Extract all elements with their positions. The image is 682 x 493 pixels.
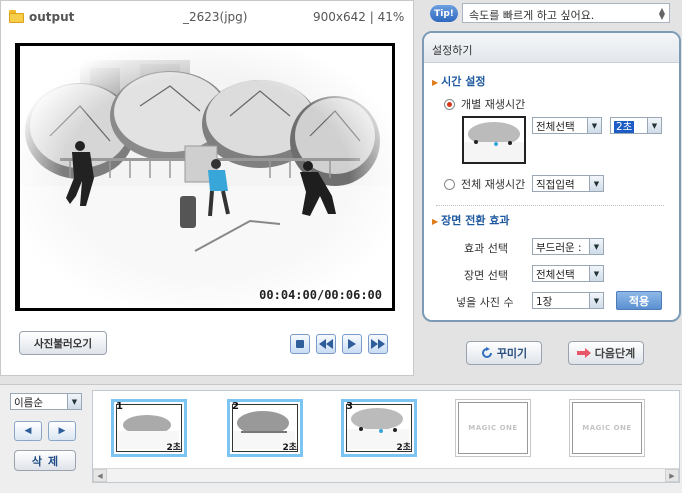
photo-count-label: 넣을 사진 수: [456, 296, 514, 309]
playback-time: 00:04:00/00:06:00: [259, 288, 382, 302]
snow-photo-illustration: [20, 46, 392, 308]
folder-name: output: [29, 10, 75, 24]
thumbnail-strip: 1 2초 2 2초 3 2초 MAGIC ONE MAGIC ONE ◀ ▶: [92, 390, 680, 483]
dropdown-arrow-icon: ▼: [589, 176, 603, 191]
settings-panel: 설정하기 ▶ 시간 설정 개별 재생시간 전체선택 ▼ 2초 ▼ 전체 재생시간 …: [422, 31, 681, 322]
total-time-option[interactable]: 전체 재생시간: [444, 176, 525, 192]
dropdown-arrow-icon: ▼: [647, 118, 661, 133]
preview-panel: output _2623(jpg) 900x642 | 41% 00:04:00…: [0, 0, 414, 376]
decorate-button[interactable]: 꾸미기: [466, 341, 542, 365]
triangle-bullet-icon: ▶: [432, 78, 439, 87]
triangle-bullet-icon: ▶: [432, 217, 439, 226]
slide-number: 2: [232, 401, 239, 412]
arrow-left-icon: ◀: [24, 426, 32, 436]
magic-one-placeholder: MAGIC ONE: [582, 424, 632, 432]
next-step-button[interactable]: 다음단계: [568, 341, 644, 365]
empty-slot: MAGIC ONE: [569, 399, 645, 457]
individual-time-radio[interactable]: [444, 98, 455, 110]
magic-one-placeholder: MAGIC ONE: [468, 424, 518, 432]
dropdown-arrow-icon: ▼: [587, 118, 601, 133]
snow-thumbnail-image: [464, 122, 524, 162]
rewind-button[interactable]: [316, 334, 336, 354]
sort-order-select[interactable]: 이름순 ▼: [10, 393, 82, 410]
play-button[interactable]: [342, 334, 362, 354]
current-slide-thumbnail: [462, 116, 526, 164]
thumbnail-slide[interactable]: 1 2초: [111, 399, 187, 457]
time-settings-heading: ▶ 시간 설정: [432, 75, 486, 88]
dropdown-arrow-icon: ▼: [67, 394, 81, 409]
next-step-label: 다음단계: [594, 347, 636, 360]
slide-duration: 2초: [396, 443, 411, 453]
thumbnail-slide[interactable]: 2 2초: [227, 399, 303, 457]
snow-scene-image: 00:04:00/00:06:00: [20, 46, 392, 308]
horizontal-scrollbar[interactable]: ◀ ▶: [93, 468, 679, 482]
settings-header: 설정하기: [424, 33, 679, 63]
scroll-left-icon[interactable]: ◀: [93, 469, 107, 482]
photo-preview: 00:04:00/00:06:00: [15, 43, 395, 311]
delete-button[interactable]: 삭제: [14, 450, 76, 471]
total-time-label: 전체 재생시간: [461, 178, 526, 191]
tip-text: 속도를 빠르게 하고 싶어요.: [469, 9, 595, 22]
refresh-icon: [481, 347, 492, 358]
rewind-icon: [319, 339, 333, 349]
folder-icon: [9, 10, 24, 23]
settings-title: 설정하기: [432, 44, 473, 57]
photo-count-select[interactable]: 1장 ▼: [532, 292, 604, 309]
dropdown-arrow-icon: ▼: [589, 266, 603, 281]
up-down-arrow-icon: ▲ ▼: [658, 6, 665, 21]
dropdown-arrow-icon: ▼: [589, 239, 603, 254]
individual-time-option[interactable]: 개별 재생시간: [444, 96, 525, 112]
effect-select[interactable]: 부드러운 : ▼: [532, 238, 604, 255]
dropdown-arrow-icon: ▼: [589, 293, 603, 308]
stop-button[interactable]: [290, 334, 310, 354]
thumbnail-slide[interactable]: 3 2초: [341, 399, 417, 457]
next-button[interactable]: ▶: [48, 421, 76, 441]
scroll-right-icon[interactable]: ▶: [665, 469, 679, 482]
apply-button[interactable]: 적용: [616, 291, 662, 310]
tip-bar: Tip! 속도를 빠르게 하고 싶어요. ▲ ▼: [430, 2, 670, 24]
empty-slot: MAGIC ONE: [455, 399, 531, 457]
file-dimensions-zoom: 900x642 | 41%: [313, 10, 405, 24]
scene-select[interactable]: 전체선택 ▼: [532, 265, 604, 282]
effect-label: 효과 선택: [464, 242, 508, 255]
tip-badge: Tip!: [430, 5, 458, 22]
arrow-right-icon: [576, 348, 591, 358]
total-time-radio[interactable]: [444, 178, 455, 190]
decorate-label: 꾸미기: [496, 347, 528, 360]
individual-time-label: 개별 재생시간: [461, 98, 526, 111]
stop-icon: [296, 340, 304, 348]
fast-forward-button[interactable]: [368, 334, 388, 354]
fast-forward-icon: [371, 339, 385, 349]
slide-duration: 2초: [282, 443, 297, 453]
scene-label: 장면 선택: [464, 269, 508, 282]
slide-duration: 2초: [166, 443, 181, 453]
duration-select[interactable]: 2초 ▼: [610, 117, 662, 134]
tip-dropdown[interactable]: 속도를 빠르게 하고 싶어요. ▲ ▼: [462, 3, 670, 23]
previous-button[interactable]: ◀: [14, 421, 42, 441]
transition-heading: ▶ 장면 전환 효과: [432, 214, 510, 227]
slide-number: 3: [346, 401, 353, 412]
slide-number: 1: [116, 401, 123, 412]
load-photo-button[interactable]: 사진불러오기: [19, 331, 107, 355]
section-divider: [436, 205, 664, 206]
file-name: _2623(jpg): [183, 10, 248, 24]
total-time-select[interactable]: 직접입력 ▼: [532, 175, 604, 192]
time-scope-select[interactable]: 전체선택 ▼: [532, 117, 602, 134]
play-icon: [348, 339, 356, 349]
arrow-right-icon: ▶: [58, 426, 66, 436]
